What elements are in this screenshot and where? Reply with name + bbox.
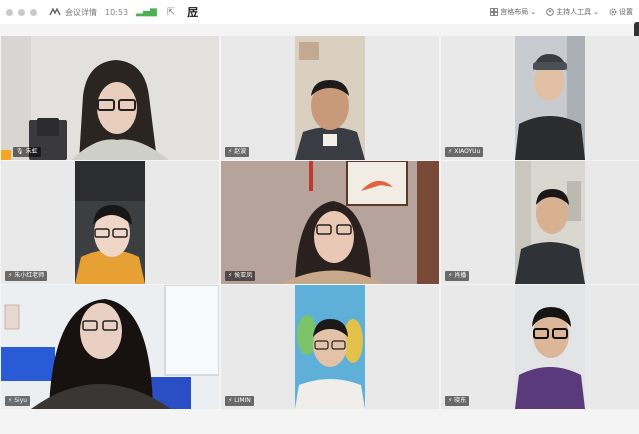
participant-name-tag: ⚡ 朱小红老师: [5, 271, 48, 281]
zoom-window-button[interactable]: [30, 8, 37, 16]
participant-tile[interactable]: ⚡ Siyu: [1, 285, 219, 409]
participant-video: [1, 36, 219, 160]
participant-name: 朱虹: [25, 148, 38, 155]
chevron-down-icon: ⌄: [593, 8, 599, 16]
window-controls: [6, 8, 37, 16]
participant-tile[interactable]: 🎙︎ 朱虹: [1, 36, 219, 160]
participant-name: LIMIN: [234, 397, 251, 404]
participant-video: [295, 285, 365, 409]
participant-name: 侯亚凤: [234, 272, 253, 279]
speaker-icon: ⚡: [228, 148, 233, 155]
chevron-down-icon: ⌄: [530, 8, 537, 16]
participant-name: 赵波: [234, 148, 247, 155]
gear-icon: [609, 8, 617, 16]
participant-name-tag: ⚡ 侯亚凤: [225, 271, 256, 281]
participant-name-tag: 🎙︎ 朱虹: [13, 147, 41, 157]
participant-tile[interactable]: ⚡ XIAOYUu: [441, 36, 639, 160]
speaker-icon: ⚡: [448, 272, 453, 279]
participant-tile[interactable]: ⚡ 侯亚凤: [221, 161, 439, 284]
participant-name: XIAOYUu: [454, 148, 481, 155]
participant-tile[interactable]: ⚡ 肖播: [441, 161, 639, 284]
mic-icon: 🎙︎: [16, 148, 24, 155]
participant-name: Siyu: [14, 397, 28, 404]
meeting-logo-icon: [49, 8, 61, 16]
participant-tile[interactable]: ⚡ 赵波: [221, 36, 439, 160]
participant-name: 晓东: [454, 397, 467, 404]
share-link-icon[interactable]: ⇱: [167, 7, 175, 18]
grid-layout-icon: [490, 8, 499, 16]
title-bar: 会议详情 10:53 ▂▄▆ ⇱ 㞐 宫格布局 ⌄ 主持人工具 ⌄ 设置: [0, 0, 639, 40]
speaker-icon: ⚡: [228, 397, 233, 404]
signal-strength-icon[interactable]: ▂▄▆: [136, 7, 157, 17]
participant-name: 朱小红老师: [14, 272, 45, 279]
layout-label: 宫格布局: [500, 8, 529, 16]
participant-name-tag: ⚡ 肖播: [445, 271, 470, 281]
participant-tile[interactable]: ⚡ 朱小红老师: [1, 161, 219, 284]
speaker-icon: ⚡: [8, 397, 13, 404]
participant-video: [1, 285, 219, 409]
speaker-icon: ⚡: [8, 272, 13, 279]
meeting-window: 会议详情 10:53 ▂▄▆ ⇱ 㞐 宫格布局 ⌄ 主持人工具 ⌄ 设置 🎙︎ …: [0, 0, 639, 434]
meeting-info-label: 会议详情: [65, 7, 97, 17]
host-badge-icon: [1, 150, 11, 160]
host-tools-label: 主持人工具: [556, 8, 592, 16]
meeting-time: 10:53: [105, 7, 129, 17]
participant-tile[interactable]: ⚡ 晓东: [441, 285, 639, 409]
participant-name-tag: ⚡ 晓东: [445, 396, 470, 406]
minimize-window-button[interactable]: [18, 8, 25, 16]
recording-icon[interactable]: 㞐: [187, 4, 198, 20]
layout-dropdown[interactable]: 宫格布局 ⌄: [490, 7, 536, 17]
participant-video: [515, 36, 585, 160]
participant-name-tag: ⚡ 赵波: [225, 147, 250, 157]
participant-name-tag: ⚡ Siyu: [5, 396, 31, 406]
host-tools-icon: [546, 8, 554, 16]
settings-label: 设置: [619, 8, 633, 16]
participant-name-tag: ⚡ LIMIN: [225, 396, 254, 406]
participant-video: [221, 161, 439, 284]
right-toolbar: 宫格布局 ⌄ 主持人工具 ⌄ 设置: [490, 0, 633, 24]
participant-name-tag: ⚡ XIAOYUu: [445, 147, 484, 157]
speaker-icon: ⚡: [448, 397, 453, 404]
participant-video: [295, 36, 365, 160]
participant-tile[interactable]: ⚡ LIMIN: [221, 285, 439, 409]
participant-name: 肖播: [454, 272, 467, 279]
participant-video: [515, 161, 585, 284]
participant-video: [515, 285, 585, 409]
meeting-info-button[interactable]: 会议详情: [49, 7, 97, 18]
participant-video: [75, 161, 145, 284]
host-tools-dropdown[interactable]: 主持人工具 ⌄: [546, 7, 599, 17]
speaker-icon: ⚡: [448, 148, 453, 155]
close-window-button[interactable]: [6, 8, 13, 16]
settings-button[interactable]: 设置: [609, 7, 633, 17]
speaker-icon: ⚡: [228, 272, 233, 279]
